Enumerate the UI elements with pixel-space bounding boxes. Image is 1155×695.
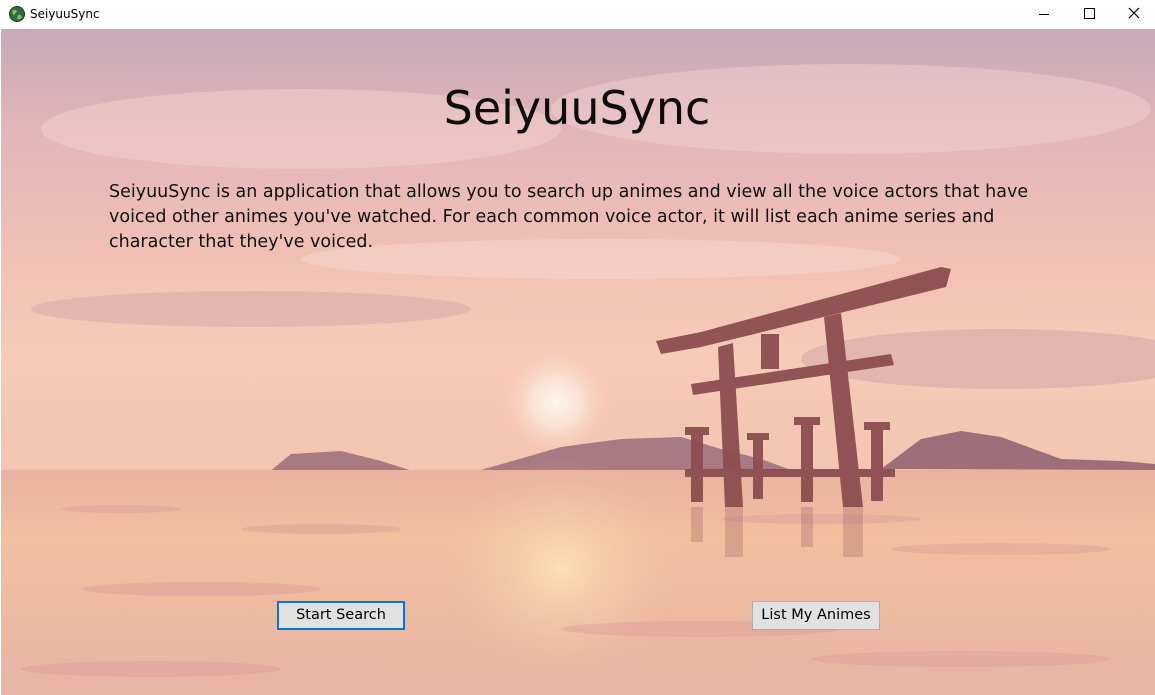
- app-window: SeiyuuSync SeiyuuSync SeiyuuSync is an a…: [0, 0, 1155, 695]
- globe-icon: [9, 6, 25, 22]
- close-icon: [1128, 7, 1140, 19]
- close-button[interactable]: [1111, 0, 1155, 29]
- app-description: SeiyuuSync is an application that allows…: [109, 182, 1029, 252]
- window-title: SeiyuuSync: [30, 7, 100, 21]
- list-my-animes-button[interactable]: List My Animes: [752, 601, 880, 630]
- minimize-button[interactable]: [1021, 0, 1067, 29]
- maximize-button[interactable]: [1066, 0, 1112, 29]
- maximize-icon: [1084, 8, 1095, 19]
- minimize-icon: [1039, 14, 1049, 15]
- start-search-button[interactable]: Start Search: [277, 601, 405, 630]
- page-title: SeiyuuSync: [443, 81, 711, 135]
- title-bar[interactable]: SeiyuuSync: [0, 0, 1155, 29]
- main-panel: SeiyuuSync SeiyuuSync is an application …: [1, 29, 1155, 695]
